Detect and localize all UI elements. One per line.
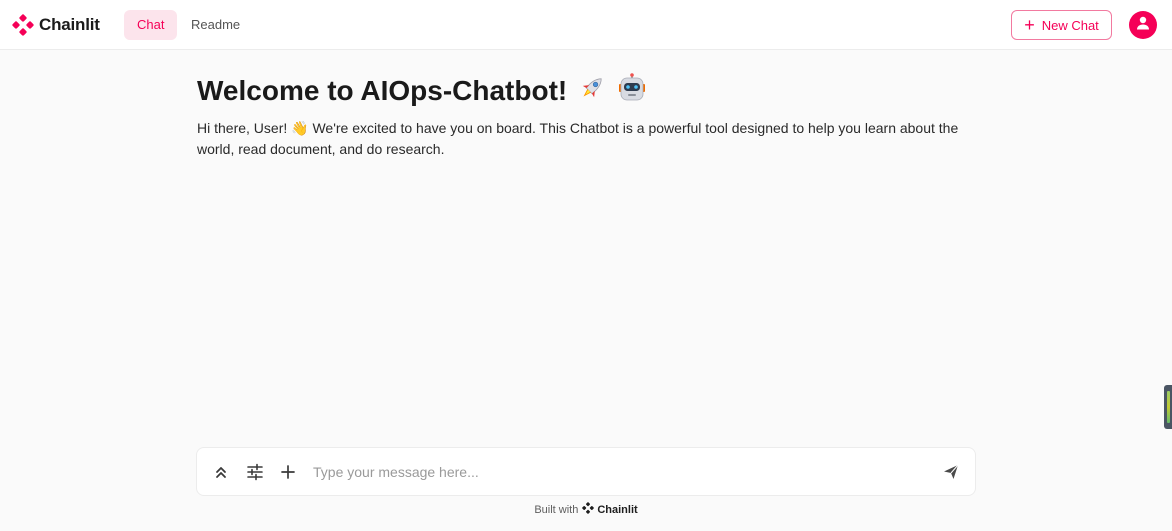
message-composer: [196, 447, 976, 496]
welcome-body-text: Hi there, User! 👋 We're excited to have …: [197, 120, 959, 157]
send-icon[interactable]: [941, 462, 961, 482]
side-panel-handle[interactable]: [1164, 385, 1172, 429]
app-header: Chainlit Chat Readme + New Chat: [0, 0, 1172, 50]
tab-readme[interactable]: Readme: [178, 10, 253, 40]
welcome-message: Welcome to AIOps-Chatbot! Hi there, User…: [197, 72, 987, 160]
user-icon: [1134, 14, 1152, 37]
built-with-footer: Built with Chainlit: [0, 502, 1172, 517]
built-with-label: Built with: [534, 503, 579, 516]
tab-chat[interactable]: Chat: [124, 10, 178, 40]
settings-sliders-icon[interactable]: [245, 462, 265, 482]
message-input[interactable]: [311, 460, 931, 484]
brand-name: Chainlit: [39, 15, 100, 34]
side-handle-stripe: [1167, 391, 1170, 423]
new-chat-label: New Chat: [1041, 17, 1099, 33]
new-chat-button[interactable]: + New Chat: [1011, 10, 1112, 40]
robot-emoji-icon: [617, 72, 647, 110]
rocket-emoji-icon: [577, 73, 607, 110]
chainlit-small-logo-icon: [582, 502, 595, 517]
chevrons-up-icon[interactable]: [211, 462, 231, 482]
footer-brand-name: Chainlit: [597, 503, 638, 516]
chainlit-logo[interactable]: Chainlit: [12, 13, 100, 37]
welcome-heading: Welcome to AIOps-Chatbot!: [197, 72, 987, 110]
footer-brand[interactable]: Chainlit: [582, 502, 638, 517]
user-avatar-button[interactable]: [1129, 11, 1157, 39]
attach-plus-icon[interactable]: [278, 462, 298, 482]
plus-icon: +: [1024, 14, 1035, 35]
chainlit-logo-icon: [12, 14, 34, 36]
welcome-title-text: Welcome to AIOps-Chatbot!: [197, 75, 568, 106]
